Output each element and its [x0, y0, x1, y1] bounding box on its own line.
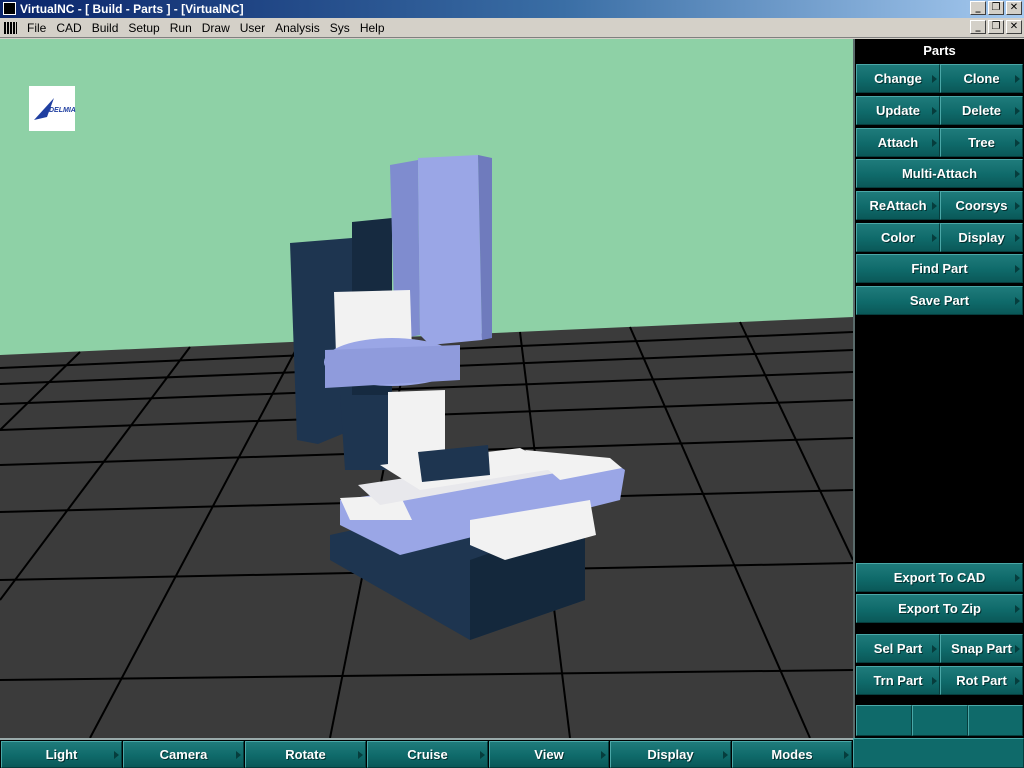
- view-button[interactable]: View: [489, 741, 609, 768]
- app-icon[interactable]: [3, 2, 16, 15]
- doc-minimize-button[interactable]: _: [970, 20, 986, 34]
- menu-bar: File CAD Build Setup Run Draw User Analy…: [0, 18, 1024, 38]
- menu-build[interactable]: Build: [87, 21, 124, 35]
- camera-button[interactable]: Camera: [123, 741, 244, 768]
- modes-button[interactable]: Modes: [732, 741, 852, 768]
- bottom-status-area: [853, 738, 1024, 768]
- color-button[interactable]: Color: [856, 223, 940, 252]
- 3d-viewport[interactable]: DELMIA: [0, 39, 853, 738]
- bottom-toolbar: Light Camera Rotate Cruise View Display …: [0, 738, 853, 768]
- menu-analysis[interactable]: Analysis: [270, 21, 325, 35]
- window-title: VirtualNC - [ Build - Parts ] - [Virtual…: [20, 2, 244, 16]
- status-cell-3: [968, 705, 1023, 736]
- trn-part-button[interactable]: Trn Part: [856, 666, 940, 695]
- rot-part-button[interactable]: Rot Part: [940, 666, 1023, 695]
- status-cell-1: [856, 705, 912, 736]
- update-button[interactable]: Update: [856, 96, 940, 125]
- menu-items: File CAD Build Setup Run Draw User Analy…: [22, 21, 390, 35]
- document-controls: _ ❐ ✕: [970, 20, 1022, 34]
- close-button[interactable]: ✕: [1006, 1, 1022, 15]
- doc-restore-button[interactable]: ❐: [988, 20, 1004, 34]
- sel-part-button[interactable]: Sel Part: [856, 634, 940, 663]
- menu-user[interactable]: User: [235, 21, 270, 35]
- menu-sys[interactable]: Sys: [325, 21, 355, 35]
- display-mode-button[interactable]: Display: [610, 741, 731, 768]
- panel-title: Parts: [923, 43, 956, 58]
- display-button[interactable]: Display: [940, 223, 1023, 252]
- status-cell-2: [912, 705, 968, 736]
- light-button[interactable]: Light: [1, 741, 122, 768]
- coorsys-button[interactable]: Coorsys: [940, 191, 1023, 220]
- parts-panel: Parts Change Clone Update Delete Attach …: [853, 39, 1024, 738]
- attach-button[interactable]: Attach: [856, 128, 940, 157]
- rotate-button[interactable]: Rotate: [245, 741, 366, 768]
- export-to-cad-button[interactable]: Export To CAD: [856, 563, 1023, 592]
- cruise-button[interactable]: Cruise: [367, 741, 488, 768]
- snap-part-button[interactable]: Snap Part: [940, 634, 1023, 663]
- multi-attach-button[interactable]: Multi-Attach: [856, 159, 1023, 188]
- minimize-button[interactable]: _: [970, 1, 986, 15]
- delete-button[interactable]: Delete: [940, 96, 1023, 125]
- title-bar: VirtualNC - [ Build - Parts ] - [Virtual…: [0, 0, 1024, 18]
- document-icon[interactable]: [4, 22, 17, 34]
- menu-draw[interactable]: Draw: [197, 21, 235, 35]
- reattach-button[interactable]: ReAttach: [856, 191, 940, 220]
- menu-run[interactable]: Run: [165, 21, 197, 35]
- doc-close-button[interactable]: ✕: [1006, 20, 1022, 34]
- clone-button[interactable]: Clone: [940, 64, 1023, 93]
- menu-cad[interactable]: CAD: [51, 21, 86, 35]
- maximize-button[interactable]: ❐: [988, 1, 1004, 15]
- menu-setup[interactable]: Setup: [123, 21, 164, 35]
- save-part-button[interactable]: Save Part: [856, 286, 1023, 315]
- find-part-button[interactable]: Find Part: [856, 254, 1023, 283]
- menu-help[interactable]: Help: [355, 21, 390, 35]
- export-to-zip-button[interactable]: Export To Zip: [856, 594, 1023, 623]
- menu-file[interactable]: File: [22, 21, 51, 35]
- delmia-logo-text: DELMIA: [49, 107, 76, 114]
- scene-svg[interactable]: DELMIA: [0, 39, 853, 738]
- tree-button[interactable]: Tree: [940, 128, 1023, 157]
- window-controls: _ ❐ ✕: [970, 1, 1022, 15]
- change-button[interactable]: Change: [856, 64, 940, 93]
